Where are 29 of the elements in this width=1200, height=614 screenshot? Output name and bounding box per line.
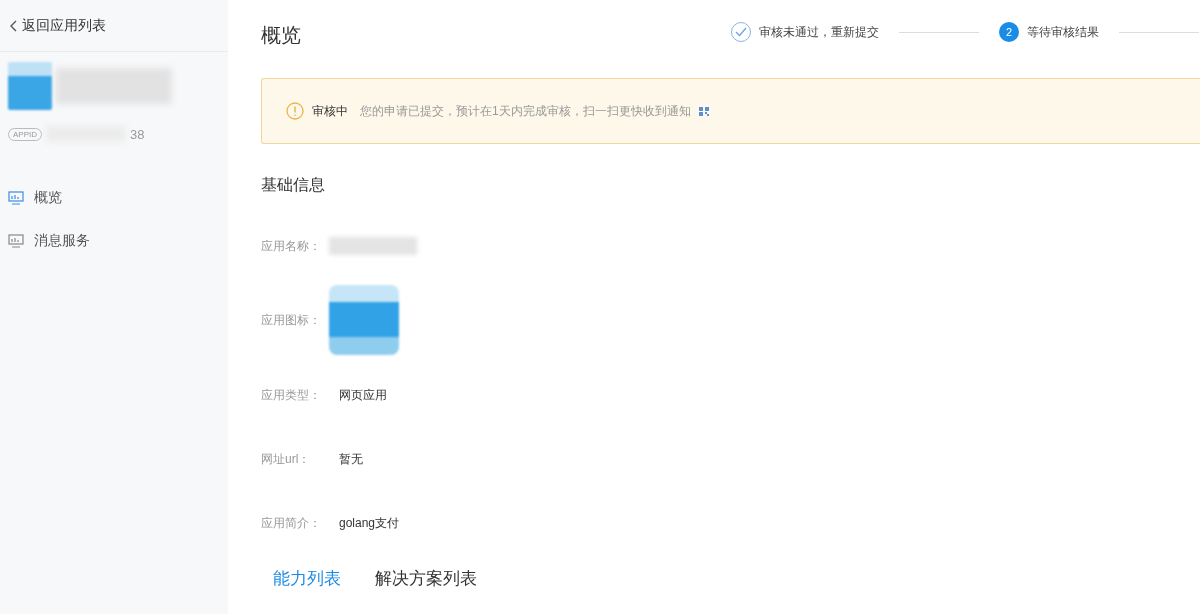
tab[interactable]: 解决方案列表 — [375, 567, 477, 590]
field-value: 暂无 — [339, 450, 363, 468]
step-label: 等待审核结果 — [1027, 23, 1099, 41]
field-label: 应用类型： — [261, 386, 322, 404]
field-value: 网页应用 — [339, 386, 387, 404]
field-value: golang支付 — [339, 514, 400, 532]
step-label: 审核未通过，重新提交 — [759, 23, 879, 41]
tab[interactable]: 能力列表 — [273, 567, 341, 590]
section-title: 基础信息 — [261, 175, 326, 195]
blurred-app-icon — [329, 285, 399, 355]
qr-code-icon[interactable] — [698, 106, 709, 116]
sidebar-item-label: 消息服务 — [34, 231, 90, 250]
appid-suffix: 38 — [130, 126, 145, 142]
field-label: 应用简介： — [261, 514, 322, 532]
alert-status: 审核中 — [312, 102, 348, 120]
sidebar-item-label: 概览 — [34, 188, 62, 207]
back-link[interactable]: 返回应用列表 — [0, 0, 228, 52]
field-label: 网址url： — [261, 450, 312, 468]
page-title: 概览 — [261, 22, 302, 48]
chevron-left-icon — [10, 19, 18, 32]
field-label: 应用图标： — [261, 311, 322, 329]
blurred-app-icon — [8, 62, 52, 110]
sidebar-item[interactable]: 概览 — [0, 176, 228, 219]
sidebar-item[interactable]: 消息服务 — [0, 219, 228, 262]
field-label: 应用名称： — [261, 237, 322, 255]
alert-message: 您的申请已提交，预计在1天内完成审核，扫一扫更快收到通知 — [360, 102, 691, 120]
step-number: 2 — [999, 22, 1019, 42]
warning-icon — [286, 102, 304, 120]
check-icon — [731, 22, 751, 42]
